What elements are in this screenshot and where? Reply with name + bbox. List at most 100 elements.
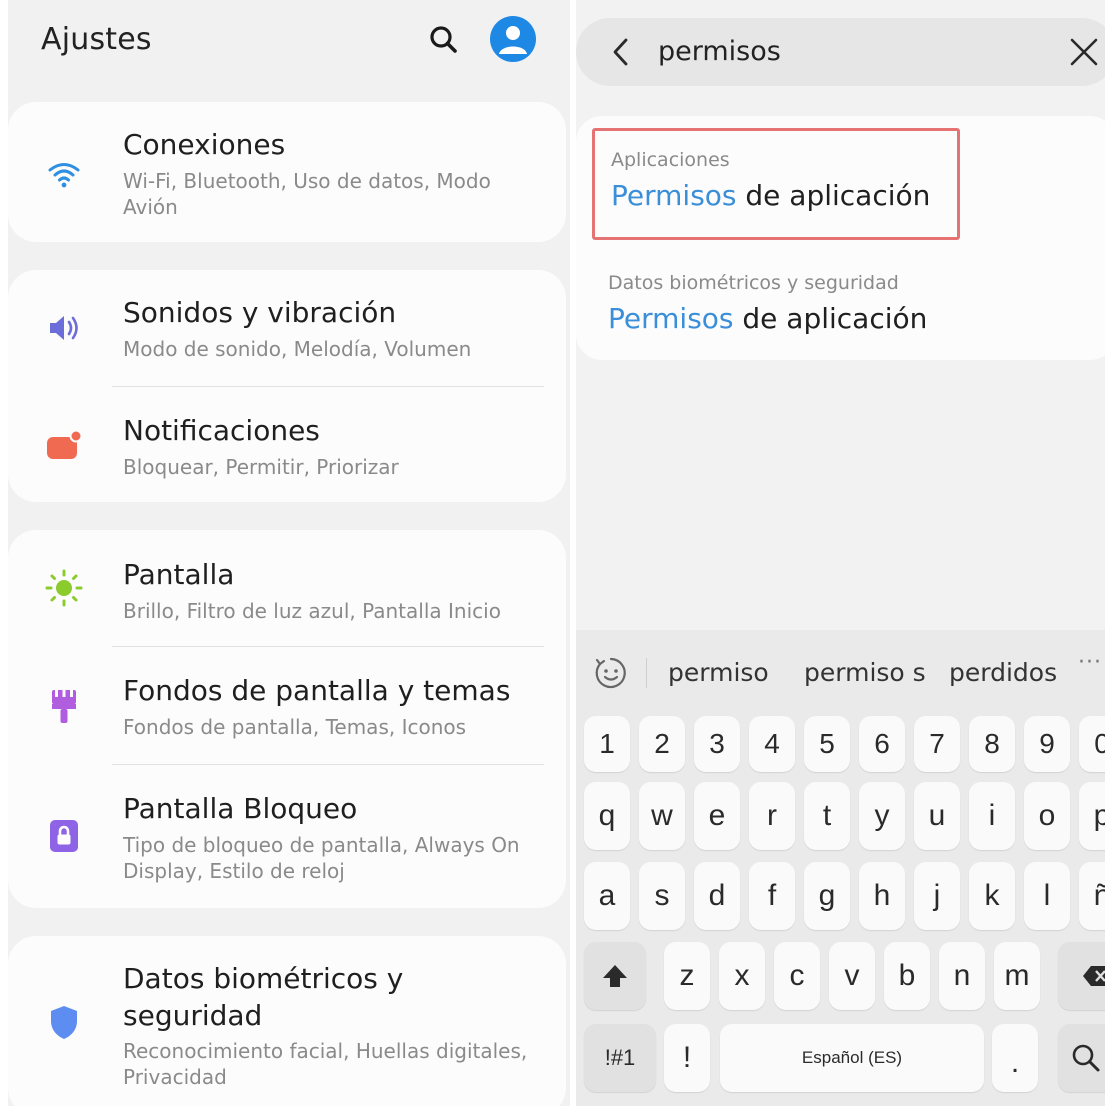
on-screen-keyboard: permiso permiso s perdidos ··· 1 2 3 4 5…: [576, 630, 1105, 1106]
page-title: Ajustes: [41, 22, 152, 57]
search-icon[interactable]: [424, 20, 464, 60]
key-f[interactable]: f: [749, 862, 795, 930]
item-title: Pantalla Bloqueo: [123, 792, 358, 825]
key-t[interactable]: t: [804, 782, 850, 850]
key-5[interactable]: 5: [804, 716, 850, 772]
key-2[interactable]: 2: [639, 716, 685, 772]
key-7[interactable]: 7: [914, 716, 960, 772]
settings-item-pantalla[interactable]: Pantalla Brillo, Filtro de luz azul, Pan…: [8, 530, 566, 646]
key-0[interactable]: 0: [1079, 716, 1105, 772]
item-subtitle: Tipo de bloqueo de pantalla, Always On D…: [123, 833, 520, 883]
item-subtitle: Wi-Fi, Bluetooth, Uso de datos, Modo Avi…: [123, 169, 491, 219]
settings-item-fondos[interactable]: Fondos de pantalla y temas Fondos de pan…: [8, 646, 566, 764]
key-d[interactable]: d: [694, 862, 740, 930]
key-o[interactable]: o: [1024, 782, 1070, 850]
suggestion-2[interactable]: permiso s: [804, 658, 926, 687]
item-title: Conexiones: [123, 128, 286, 161]
lock-icon: [44, 816, 84, 856]
key-4[interactable]: 4: [749, 716, 795, 772]
key-1[interactable]: 1: [584, 716, 630, 772]
item-title: Pantalla: [123, 558, 235, 591]
backspace-icon[interactable]: [1058, 942, 1105, 1010]
key-period[interactable]: .: [992, 1024, 1038, 1092]
key-x[interactable]: x: [719, 942, 765, 1010]
search-input[interactable]: permisos: [658, 36, 781, 67]
key-q[interactable]: q: [584, 782, 630, 850]
item-subtitle: Bloquear, Permitir, Priorizar: [123, 455, 399, 479]
key-k[interactable]: k: [969, 862, 1015, 930]
close-icon[interactable]: [1068, 36, 1100, 68]
search-result-aplicaciones[interactable]: Aplicaciones Permisos de aplicación: [592, 128, 960, 240]
wifi-icon: [44, 154, 84, 194]
key-n[interactable]: n: [939, 942, 985, 1010]
result-title: Permisos de aplicación: [608, 302, 927, 335]
suggestion-1[interactable]: permiso: [668, 658, 769, 687]
key-8[interactable]: 8: [969, 716, 1015, 772]
key-z[interactable]: z: [664, 942, 710, 1010]
key-v[interactable]: v: [829, 942, 875, 1010]
search-result-biometricos[interactable]: Datos biométricos y seguridad Permisos d…: [592, 254, 960, 366]
result-title: Permisos de aplicación: [611, 179, 930, 212]
more-suggestions-icon[interactable]: ···: [1078, 650, 1102, 675]
back-arrow-icon[interactable]: [604, 34, 640, 70]
key-g[interactable]: g: [804, 862, 850, 930]
shift-arrow-icon[interactable]: [584, 942, 646, 1010]
result-rest: de aplicación: [736, 179, 931, 212]
key-3[interactable]: 3: [694, 716, 740, 772]
key-h[interactable]: h: [859, 862, 905, 930]
key-p[interactable]: p: [1079, 782, 1105, 850]
settings-item-sonidos[interactable]: Sonidos y vibración Modo de sonido, Melo…: [8, 270, 566, 386]
key-exclamation[interactable]: !: [664, 1024, 710, 1092]
result-match: Permisos: [611, 179, 737, 212]
key-u[interactable]: u: [914, 782, 960, 850]
key-a[interactable]: a: [584, 862, 630, 930]
item-title: Sonidos y vibración: [123, 296, 397, 329]
item-subtitle: Brillo, Filtro de luz azul, Pantalla Ini…: [123, 599, 501, 623]
result-rest: de aplicación: [733, 302, 928, 335]
paintbrush-icon: [44, 686, 84, 726]
item-subtitle: Fondos de pantalla, Temas, Iconos: [123, 715, 467, 739]
key-y[interactable]: y: [859, 782, 905, 850]
key-9[interactable]: 9: [1024, 716, 1070, 772]
settings-card-display: Pantalla Brillo, Filtro de luz azul, Pan…: [8, 530, 566, 908]
settings-card-connections: Conexiones Wi-Fi, Bluetooth, Uso de dato…: [8, 102, 566, 242]
search-results: Aplicaciones Permisos de aplicación Dato…: [576, 116, 1105, 360]
notification-icon: [44, 426, 84, 466]
settings-panel: Ajustes Conexiones Wi-Fi, Bluetooth, Uso…: [8, 0, 570, 1106]
key-e[interactable]: e: [694, 782, 740, 850]
suggestion-bar: permiso permiso s perdidos ···: [576, 630, 1105, 710]
space-key[interactable]: Español (ES): [720, 1024, 984, 1092]
key-m[interactable]: m: [994, 942, 1040, 1010]
settings-item-biometricos[interactable]: Datos biométricos y seguridad Reconocimi…: [8, 936, 566, 1106]
settings-item-notificaciones[interactable]: Notificaciones Bloquear, Permitir, Prior…: [8, 386, 566, 502]
symbols-key[interactable]: !#1: [584, 1024, 656, 1092]
item-subtitle: Modo de sonido, Melodía, Volumen: [123, 337, 472, 361]
key-b[interactable]: b: [884, 942, 930, 1010]
key-w[interactable]: w: [639, 782, 685, 850]
suggestion-3[interactable]: perdidos: [949, 658, 1057, 687]
divider: [646, 658, 647, 688]
key-6[interactable]: 6: [859, 716, 905, 772]
key-i[interactable]: i: [969, 782, 1015, 850]
item-title: Notificaciones: [123, 414, 320, 447]
key-r[interactable]: r: [749, 782, 795, 850]
settings-card-sound: Sonidos y vibración Modo de sonido, Melo…: [8, 270, 566, 502]
result-match: Permisos: [608, 302, 734, 335]
search-bar: permisos: [576, 18, 1105, 86]
search-key-icon[interactable]: [1058, 1024, 1105, 1092]
item-title: Datos biométricos y seguridad: [123, 962, 404, 1032]
settings-item-bloqueo[interactable]: Pantalla Bloqueo Tipo de bloqueo de pant…: [8, 764, 566, 908]
settings-item-conexiones[interactable]: Conexiones Wi-Fi, Bluetooth, Uso de dato…: [8, 102, 566, 242]
speaker-icon: [44, 308, 84, 348]
settings-header: Ajustes: [8, 0, 570, 90]
key-enye[interactable]: ñ: [1079, 862, 1105, 930]
key-l[interactable]: l: [1024, 862, 1070, 930]
key-c[interactable]: c: [774, 942, 820, 1010]
account-avatar-icon[interactable]: [490, 16, 536, 62]
key-j[interactable]: j: [914, 862, 960, 930]
emoji-face-icon[interactable]: [592, 654, 630, 692]
result-category: Aplicaciones: [611, 149, 730, 171]
key-s[interactable]: s: [639, 862, 685, 930]
item-title: Fondos de pantalla y temas: [123, 674, 511, 707]
screen: Ajustes Conexiones Wi-Fi, Bluetooth, Uso…: [0, 0, 1105, 1106]
